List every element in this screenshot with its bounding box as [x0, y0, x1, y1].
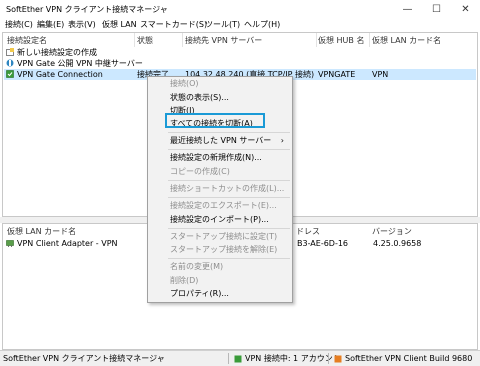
adapter-version: 4.25.0.9658	[373, 239, 422, 248]
status-divider	[328, 353, 329, 364]
menu-item-create-shortcut[interactable]: 接続ショートカットの作成(L)...	[170, 184, 284, 194]
column-header-mac[interactable]: ドレス	[296, 226, 320, 237]
status-bar: SoftEther VPN クライアント接続マネージャ VPN 接続中: 1 ア…	[0, 350, 480, 366]
menu-separator	[168, 149, 290, 150]
column-divider[interactable]	[134, 33, 135, 47]
column-header-nic-name[interactable]: 仮想 LAN カード名	[7, 226, 76, 237]
menu-item-copy[interactable]: コピーの作成(C)	[170, 167, 230, 177]
column-header-nic[interactable]: 仮想 LAN カード名	[372, 35, 441, 46]
menu-separator	[168, 258, 290, 259]
status-build: SoftEther VPN Client Build 9680	[345, 354, 473, 363]
status-app-name: SoftEther VPN クライアント接続マネージャ	[3, 354, 165, 363]
menu-tools[interactable]: ツール(T)	[205, 19, 240, 30]
menu-item-connect[interactable]: 接続(O)	[170, 79, 199, 89]
menu-virtual-lan[interactable]: 仮想 LAN	[102, 19, 137, 30]
title-bar: SoftEther VPN クライアント接続マネージャ — ☐ ✕	[0, 0, 480, 19]
column-header-version[interactable]: バージョン	[372, 226, 412, 237]
close-button[interactable]: ✕	[451, 0, 480, 18]
menu-item-export[interactable]: 接続設定のエクスポート(E)...	[170, 201, 277, 211]
column-divider[interactable]	[369, 33, 370, 47]
connection-name: VPN Gate Connection	[17, 70, 103, 79]
menu-smartcard[interactable]: スマートカード(S)	[140, 19, 207, 30]
status-divider	[228, 353, 229, 364]
network-adapter-icon	[6, 240, 14, 247]
menu-item-delete[interactable]: 削除(D)	[170, 276, 198, 286]
menu-separator	[168, 180, 290, 181]
list-item[interactable]: VPN Gate 公開 VPN 中継サーバー	[4, 58, 476, 69]
column-header-server[interactable]: 接続先 VPN サーバー	[185, 35, 262, 46]
maximize-button[interactable]: ☐	[422, 0, 451, 18]
menu-help[interactable]: ヘルプ(H)	[244, 19, 280, 30]
column-divider[interactable]	[182, 33, 183, 47]
column-header-status[interactable]: 状態	[137, 35, 153, 46]
context-menu: 接続(O) 状態の表示(S)... 切断(I) すべての接続を切断(A) 最近接…	[147, 76, 293, 303]
menu-connect[interactable]: 接続(C)	[5, 19, 33, 30]
connected-icon	[6, 70, 14, 78]
vpn-connected-icon	[234, 355, 242, 363]
status-connection-count: VPN 接続中: 1 アカウント	[245, 354, 341, 363]
vpn-gate-icon	[6, 59, 14, 67]
menu-item-new-connection[interactable]: 接続設定の新規作成(N)...	[170, 153, 262, 163]
menu-view[interactable]: 表示(V)	[68, 19, 96, 30]
softether-icon	[334, 355, 342, 363]
menu-edit[interactable]: 編集(E)	[37, 19, 64, 30]
connection-name: 新しい接続設定の作成	[17, 48, 97, 57]
highlight-annotation	[165, 113, 265, 128]
adapter-mac: B3-AE-6D-16	[297, 239, 349, 248]
menu-bar: 接続(C) 編集(E) 表示(V) 仮想 LAN スマートカード(S) ツール(…	[0, 18, 480, 32]
menu-item-rename[interactable]: 名前の変更(M)	[170, 262, 223, 272]
window-title: SoftEther VPN クライアント接続マネージャ	[6, 5, 168, 14]
connection-hub: VPNGATE	[318, 70, 356, 79]
menu-item-recent-servers[interactable]: 最近接続した VPN サーバー	[170, 136, 282, 146]
column-header-name[interactable]: 接続設定名	[7, 35, 47, 46]
menu-item-import[interactable]: 接続設定のインポート(P)...	[170, 215, 269, 225]
menu-item-startup-set[interactable]: スタートアップ接続に設定(T)	[170, 232, 277, 242]
menu-item-show-status[interactable]: 状態の表示(S)...	[170, 93, 229, 103]
adapter-name: VPN Client Adapter - VPN	[17, 239, 118, 248]
column-header-hub[interactable]: 仮想 HUB 名	[318, 35, 364, 46]
connection-nic: VPN	[372, 70, 389, 79]
menu-separator	[168, 228, 290, 229]
minimize-button[interactable]: —	[393, 0, 422, 18]
connection-name: VPN Gate 公開 VPN 中継サーバー	[17, 59, 143, 68]
menu-item-properties[interactable]: プロパティ(R)...	[170, 289, 229, 299]
menu-item-startup-remove[interactable]: スタートアップ接続を解除(E)	[170, 245, 277, 255]
list-item[interactable]: 新しい接続設定の作成	[4, 47, 476, 58]
menu-separator	[168, 132, 290, 133]
submenu-arrow-icon: ›	[280, 136, 284, 145]
column-divider[interactable]	[316, 33, 317, 47]
menu-separator	[168, 197, 290, 198]
new-connection-icon	[6, 48, 14, 56]
